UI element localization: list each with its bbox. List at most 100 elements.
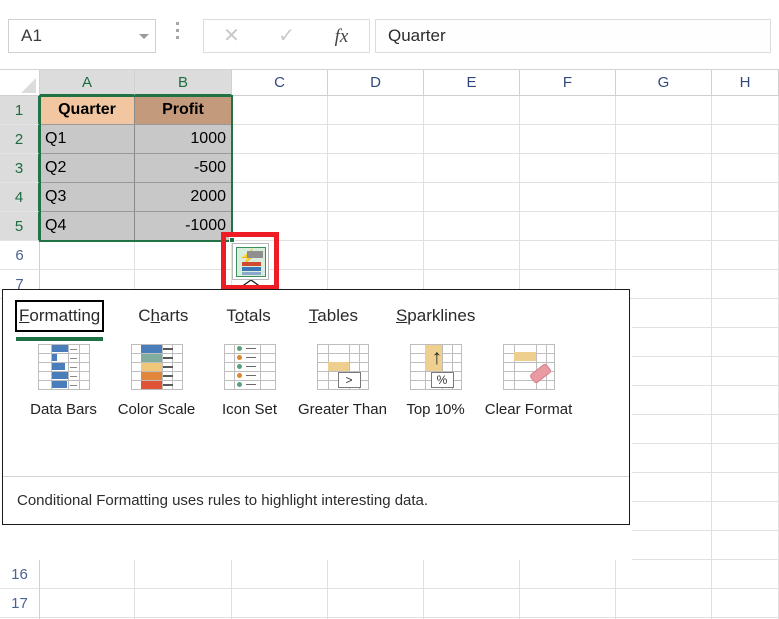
cell-g16[interactable] — [616, 560, 712, 589]
confirm-formula-button[interactable]: ✓ — [263, 26, 311, 46]
insert-function-button[interactable]: fx — [318, 27, 366, 46]
cell-c17[interactable] — [232, 589, 328, 618]
option-greater-than[interactable]: > Greater Than — [296, 344, 389, 422]
cell-c1[interactable] — [232, 96, 328, 125]
cell-a16[interactable] — [40, 560, 135, 589]
tab-sparklines[interactable]: Sparklines — [394, 302, 477, 330]
cell-h17[interactable] — [712, 589, 779, 618]
column-header-d[interactable]: D — [328, 70, 424, 96]
cell-g11[interactable] — [632, 386, 712, 415]
chevron-down-icon[interactable] — [139, 33, 149, 39]
row-header-6[interactable]: 6 — [0, 241, 40, 270]
cell-g5[interactable] — [616, 212, 712, 241]
cell-h9[interactable] — [712, 328, 779, 357]
cell-b17[interactable] — [135, 589, 232, 618]
cell-e1[interactable] — [424, 96, 520, 125]
cell-g4[interactable] — [616, 183, 712, 212]
cell-g15b[interactable] — [632, 531, 712, 560]
cell-g13[interactable] — [632, 444, 712, 473]
row-header-4[interactable]: 4 — [0, 183, 40, 212]
cell-b1[interactable]: Profit — [135, 96, 232, 125]
tab-charts[interactable]: Charts — [136, 302, 190, 330]
cancel-formula-button[interactable]: ✕ — [208, 26, 256, 46]
cell-c4[interactable] — [232, 183, 328, 212]
cell-g8[interactable] — [632, 299, 712, 328]
cell-g15[interactable] — [632, 502, 712, 531]
row-header-1[interactable]: 1 — [0, 96, 40, 125]
cell-h4[interactable] — [712, 183, 779, 212]
option-data-bars[interactable]: Data Bars — [17, 344, 110, 422]
cell-a2[interactable]: Q1 — [40, 125, 135, 154]
name-box[interactable]: A1 — [8, 19, 156, 53]
cell-g6[interactable] — [616, 241, 712, 270]
cell-b5[interactable]: -1000 — [135, 212, 232, 241]
cell-a5[interactable]: Q4 — [40, 212, 135, 241]
cell-f5[interactable] — [520, 212, 616, 241]
option-clear-format[interactable]: Clear Format — [482, 344, 575, 422]
cell-h5[interactable] — [712, 212, 779, 241]
cell-c16[interactable] — [232, 560, 328, 589]
cell-b6[interactable] — [135, 241, 232, 270]
row-header-2[interactable]: 2 — [0, 125, 40, 154]
cell-h8[interactable] — [712, 299, 779, 328]
cell-e17[interactable] — [424, 589, 520, 618]
cell-b2[interactable]: 1000 — [135, 125, 232, 154]
cell-g10[interactable] — [632, 357, 712, 386]
cell-e4[interactable] — [424, 183, 520, 212]
cell-h13[interactable] — [712, 444, 779, 473]
column-header-e[interactable]: E — [424, 70, 520, 96]
cell-g12[interactable] — [632, 415, 712, 444]
cell-d5[interactable] — [328, 212, 424, 241]
cell-e3[interactable] — [424, 154, 520, 183]
select-all-corner[interactable] — [0, 70, 40, 96]
cell-h10[interactable] — [712, 357, 779, 386]
cell-a3[interactable]: Q2 — [40, 154, 135, 183]
cell-f2[interactable] — [520, 125, 616, 154]
cell-a17[interactable] — [40, 589, 135, 618]
cell-f6[interactable] — [520, 241, 616, 270]
cell-h15b[interactable] — [712, 531, 779, 560]
cell-h14[interactable] — [712, 473, 779, 502]
cell-f3[interactable] — [520, 154, 616, 183]
cell-g2[interactable] — [616, 125, 712, 154]
formula-input[interactable]: Quarter — [375, 19, 771, 53]
cell-e6[interactable] — [424, 241, 520, 270]
cell-d1[interactable] — [328, 96, 424, 125]
cell-g3[interactable] — [616, 154, 712, 183]
option-top-ten-percent[interactable]: ↑ % Top 10% — [389, 344, 482, 422]
tab-tables[interactable]: Tables — [307, 302, 360, 330]
option-color-scale[interactable]: Color Scale — [110, 344, 203, 422]
cell-d4[interactable] — [328, 183, 424, 212]
cell-g17[interactable] — [616, 589, 712, 618]
column-header-a[interactable]: A — [40, 70, 135, 96]
tab-formatting[interactable]: Formatting — [14, 300, 105, 341]
row-header-17[interactable]: 17 — [0, 589, 40, 618]
cell-a6[interactable] — [40, 241, 135, 270]
cell-d17[interactable] — [328, 589, 424, 618]
column-header-g[interactable]: G — [616, 70, 712, 96]
cell-b4[interactable]: 2000 — [135, 183, 232, 212]
cell-h12[interactable] — [712, 415, 779, 444]
cell-b3[interactable]: -500 — [135, 154, 232, 183]
cell-d2[interactable] — [328, 125, 424, 154]
row-header-5[interactable]: 5 — [0, 212, 40, 241]
cell-g9[interactable] — [632, 328, 712, 357]
cell-h2[interactable] — [712, 125, 779, 154]
column-header-f[interactable]: F — [520, 70, 616, 96]
row-header-3[interactable]: 3 — [0, 154, 40, 183]
cell-e16[interactable] — [424, 560, 520, 589]
cell-c3[interactable] — [232, 154, 328, 183]
cell-g7[interactable] — [616, 270, 712, 299]
column-header-b[interactable]: B — [135, 70, 232, 96]
cell-a1[interactable]: Quarter — [40, 96, 135, 125]
cell-d6[interactable] — [328, 241, 424, 270]
cell-f16[interactable] — [520, 560, 616, 589]
cell-h11[interactable] — [712, 386, 779, 415]
cell-h3[interactable] — [712, 154, 779, 183]
option-icon-set[interactable]: Icon Set — [203, 344, 296, 422]
cell-f1[interactable] — [520, 96, 616, 125]
tab-totals[interactable]: Totals — [224, 302, 272, 330]
cell-h15[interactable] — [712, 502, 779, 531]
cell-d16[interactable] — [328, 560, 424, 589]
cell-g14[interactable] — [632, 473, 712, 502]
